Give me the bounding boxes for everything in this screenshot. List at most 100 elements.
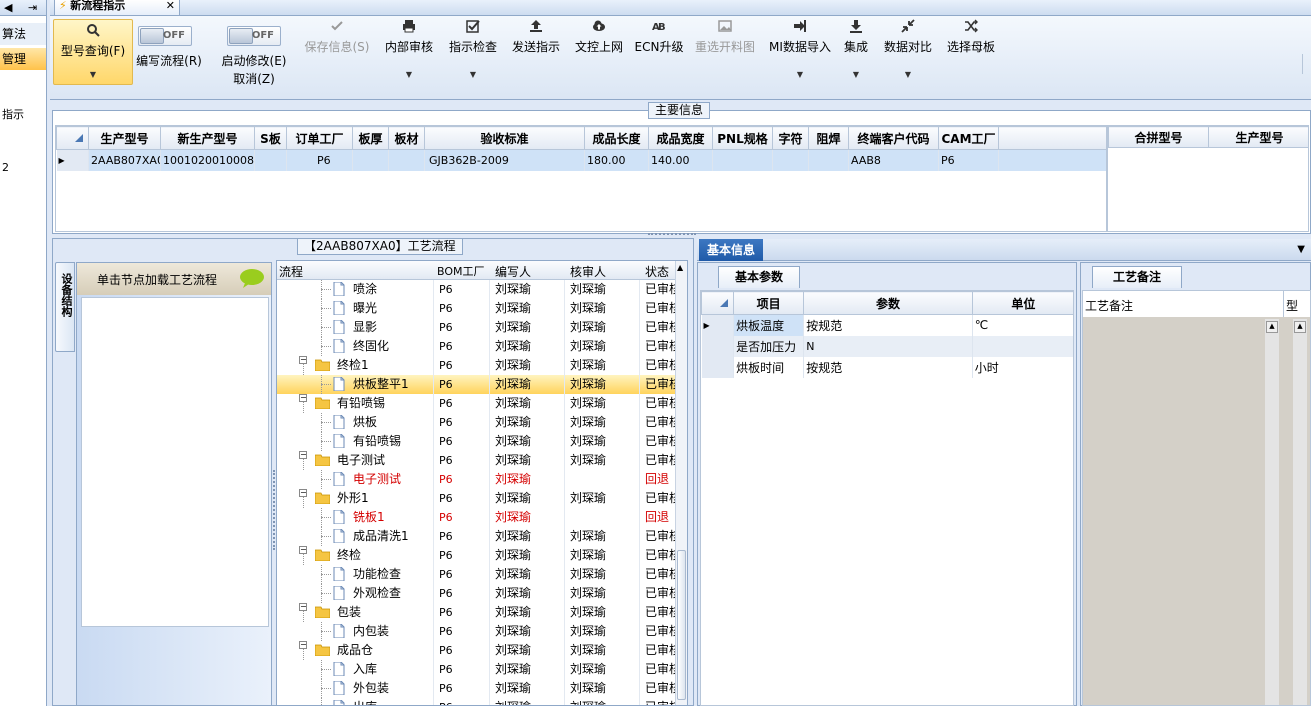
col-pnl-spec[interactable]: PNL规格 [712,126,773,150]
process-tree-scrollbar[interactable]: ▲ [675,261,687,705]
node-list[interactable] [81,297,269,627]
tree-row[interactable]: 铣板1 P6 刘琛瑜 回退 [277,508,675,527]
col-merge-production-model[interactable]: 生产型号 [1208,126,1308,148]
col-product-length[interactable]: 成品长度 [584,126,649,150]
chevron-down-icon[interactable]: ▼ [880,70,936,79]
tree-row[interactable]: 烘板整平1 P6 刘琛瑜 刘琛瑜 已审核 [277,375,675,394]
col-process[interactable]: 流程 [279,263,303,280]
data-compare-button[interactable]: 数据对比 ▼ [880,16,936,96]
cell-parameter[interactable]: 按规范 [803,356,973,378]
nav-item-management[interactable]: 管理 [0,48,46,70]
scroll-up-icon[interactable]: ▲ [1294,321,1306,333]
scroll-up-icon[interactable]: ▲ [1266,321,1278,333]
col-product-width[interactable]: 成品宽度 [648,126,713,150]
enable-edit-toggle[interactable]: OFF [227,26,281,46]
col-unit[interactable]: 单位 [971,291,1073,315]
tree-row[interactable]: 成品清洗1 P6 刘琛瑜 刘琛瑜 已审核 [277,527,675,546]
save-info-button[interactable]: 保存信息(S) [302,16,372,96]
doc-control-publish-button[interactable]: 文控上网 [570,16,628,96]
col-end-customer-code[interactable]: 终端客户代码 [848,126,939,150]
remarks-scrollbar[interactable]: ▲ [1265,319,1279,705]
close-icon[interactable]: ✕ [166,0,175,12]
cell-product-width[interactable]: 140.00 [648,149,713,171]
cell-board-material[interactable] [388,149,425,171]
scroll-up-icon[interactable]: ▲ [677,263,683,272]
cell-item[interactable]: 烘板温度 [733,314,805,336]
col-bom-factory[interactable]: BOM工厂 [437,263,485,279]
instruction-check-button[interactable]: 指示检查 ▼ [445,16,501,96]
integrate-button[interactable]: 集成 ▼ [838,16,874,96]
collapse-icon[interactable]: − [299,603,307,611]
col-reviewer[interactable]: 核审人 [570,263,606,280]
col-production-model[interactable]: 生产型号 [88,126,161,150]
col-board-material[interactable]: 板材 [388,126,425,150]
tree-row[interactable]: 外包装 P6 刘琛瑜 刘琛瑜 已审核 [277,679,675,698]
cell-item[interactable]: 是否加压力 [733,335,805,357]
col-order-factory[interactable]: 订单工厂 [286,126,353,150]
col-new-production-model[interactable]: 新生产型号 [160,126,255,150]
tree-row[interactable]: − 终检 P6 刘琛瑜 刘琛瑜 已审核 [277,546,675,565]
col-solder-mask[interactable]: 阻焊 [808,126,849,150]
collapse-icon[interactable]: − [299,546,307,554]
tree-row[interactable]: 显影 P6 刘琛瑜 刘琛瑜 已审核 [277,318,675,337]
scrollbar-thumb[interactable] [677,550,686,700]
collapse-icon[interactable]: − [299,394,307,402]
tree-row[interactable]: 入库 P6 刘琛瑜 刘琛瑜 已审核 [277,660,675,679]
model-query-button[interactable]: 型号查询(F) ▼ [53,19,133,85]
nav-item-2[interactable]: 2 [0,157,46,179]
cell-end-customer-code[interactable]: AAB8 [848,149,939,171]
tab-basic-params[interactable]: 基本参数 [718,266,800,288]
cell-unit[interactable] [972,335,1073,357]
table-row[interactable]: ▶ 2AAB807XA0 10010200100088 P6 GJB362B-2… [56,149,1106,171]
cell-production-model[interactable]: 2AAB807XA0 [88,149,161,171]
collapse-icon[interactable]: − [299,451,307,459]
select-motherboard-button[interactable]: 选择母板 [942,16,1000,96]
tree-row[interactable]: 出库P6刘琛瑜刘琛瑜已审核 [277,698,675,705]
tree-row[interactable]: 内包装 P6 刘琛瑜 刘琛瑜 已审核 [277,622,675,641]
col-parameter[interactable]: 参数 [803,291,973,315]
reselect-cutting-diagram-button[interactable]: 重选开料图 [690,16,760,96]
chevron-down-icon[interactable]: ▼ [381,70,437,79]
nav-item-algorithm[interactable]: 算法 [0,23,46,45]
exit-icon[interactable]: ⇥ [28,1,37,14]
cell-parameter[interactable]: N [803,335,973,357]
col-remarks[interactable]: 工艺备注 [1085,297,1133,314]
mi-data-import-button[interactable]: MI数据导入 ▼ [766,16,834,96]
cell-product-length[interactable]: 180.00 [584,149,649,171]
cell-board-thickness[interactable] [352,149,389,171]
ecn-upgrade-button[interactable]: AB ECN升级 [633,16,685,96]
dropdown-arrow-icon[interactable]: ▼ [1297,244,1305,255]
col-character[interactable]: 字符 [772,126,809,150]
tree-row[interactable]: 曝光 P6 刘琛瑜 刘琛瑜 已审核 [277,299,675,318]
basic-info-title[interactable]: 基本信息 [699,239,763,261]
tree-row[interactable]: 功能检查 P6 刘琛瑜 刘琛瑜 已审核 [277,565,675,584]
tree-row[interactable]: − 外形1 P6 刘琛瑜 刘琛瑜 已审核 [277,489,675,508]
back-arrow-icon[interactable]: ◀ [4,1,12,14]
cell-cam-factory[interactable]: P6 [938,149,999,171]
send-instruction-button[interactable]: 发送指示 [507,16,565,96]
tree-row[interactable]: − 电子测试 P6 刘琛瑜 刘琛瑜 已审核 [277,451,675,470]
col-board-thickness[interactable]: 板厚 [352,126,389,150]
nav-item-instruction[interactable]: 指示 [0,104,46,126]
cell-s-board[interactable] [254,149,287,171]
col-cam-factory[interactable]: CAM工厂 [938,126,999,150]
side-tab-equipment-structure[interactable]: 设备结构 [55,262,75,352]
chevron-down-icon[interactable]: ▼ [445,70,501,79]
cell-character[interactable] [772,149,809,171]
table-row[interactable]: ▶ 烘板温度 按规范 ℃ [701,314,1073,336]
cell-acceptance-standard[interactable]: GJB362B-2009 [424,149,585,171]
internal-review-button[interactable]: 内部审核 ▼ [381,16,437,96]
col-s-board[interactable]: S板 [254,126,287,150]
chevron-down-icon[interactable]: ▼ [54,70,132,79]
col-merge-model[interactable]: 合拼型号 [1108,126,1209,148]
tree-row[interactable]: 烘板 P6 刘琛瑜 刘琛瑜 已审核 [277,413,675,432]
cell-order-factory[interactable]: P6 [286,149,353,171]
tree-row[interactable]: 电子测试 P6 刘琛瑜 回退 [277,470,675,489]
tree-row[interactable]: − 有铅喷锡 P6 刘琛瑜 刘琛瑜 已审核 [277,394,675,413]
cell-new-production-model[interactable]: 10010200100088 [160,149,255,171]
tree-row[interactable]: 喷涂 P6 刘琛瑜 刘琛瑜 已审核 [277,280,675,299]
cell-solder-mask[interactable] [808,149,849,171]
cell-parameter[interactable]: 按规范 [803,314,973,336]
cancel-button[interactable]: 取消(Z) [218,70,290,87]
table-row[interactable]: 烘板时间 按规范 小时 [701,356,1073,378]
